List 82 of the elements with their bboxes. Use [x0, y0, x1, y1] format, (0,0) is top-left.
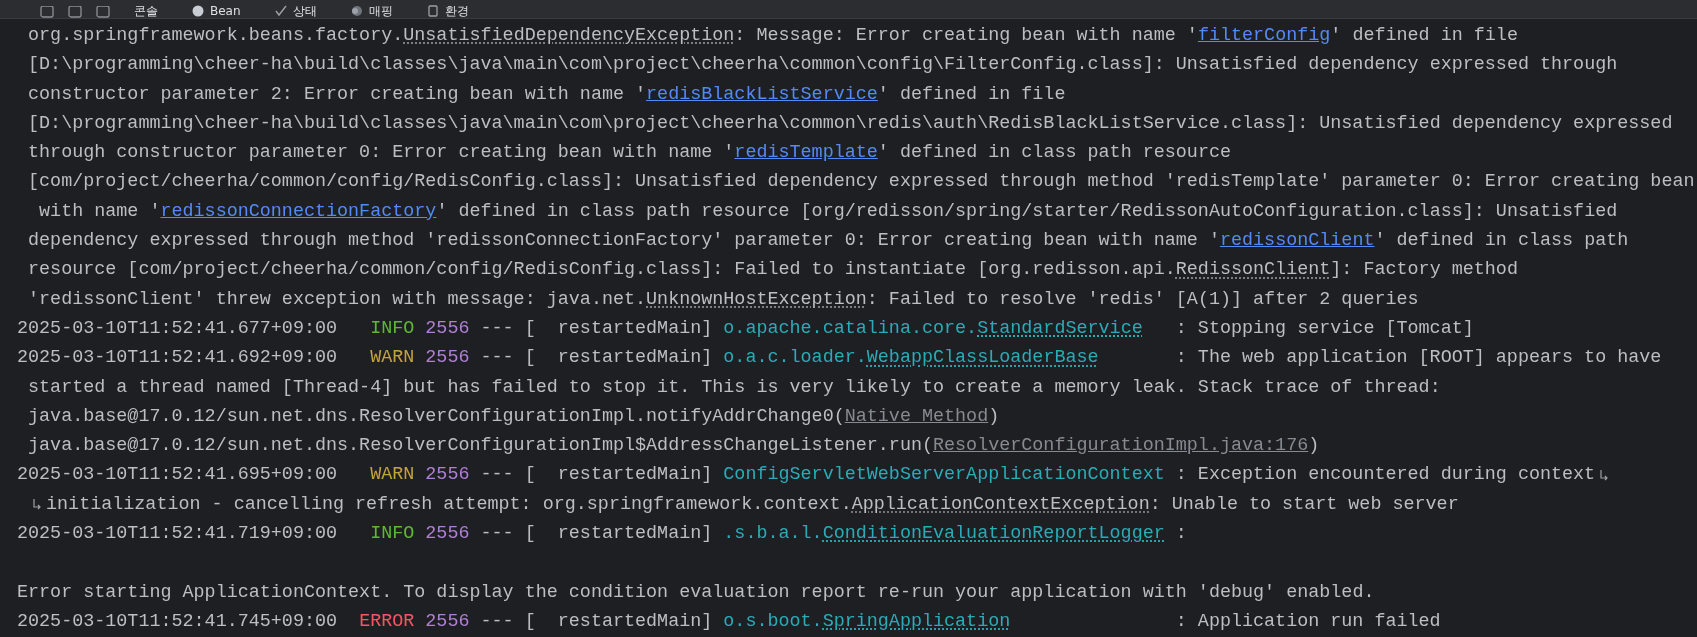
- process-id: 2556: [425, 346, 470, 371]
- thread-name: --- [ restartedMain]: [480, 522, 713, 547]
- process-id: 2556: [425, 522, 470, 547]
- thread-name: --- [ restartedMain]: [480, 316, 713, 341]
- log-text: ' defined in file: [1330, 24, 1518, 48]
- log-text: ): [988, 404, 1000, 429]
- wrap-icon: [32, 498, 43, 511]
- logger-class-link[interactable]: WebappClassLoaderBase: [866, 343, 1099, 373]
- timestamp: 2025-03-10T11:52:41.719+09:00: [17, 522, 338, 547]
- thread-name: --- [ restartedMain]: [480, 463, 713, 488]
- log-text: [com/project/cheerha/common/config/RedisConfig.class]: Unsatisfied dependency expressed through method 'redisTemplate' parameter 0: Error creating bean: [28, 170, 1695, 195]
- log-text: :: [1175, 522, 1187, 547]
- process-id: 2556: [425, 463, 470, 488]
- tab[interactable]: 환경: [416, 4, 479, 18]
- tab[interactable]: Bean: [182, 4, 251, 18]
- log-text: dependency expressed through method 'redissonConnectionFactory' parameter 0: Error creating bean with name ': [28, 229, 1220, 254]
- log-text: resource [com/project/cheerha/common/config/RedisConfig.class]: Failed to instantiate [org.redisson.api.: [28, 258, 1176, 283]
- log-text: : Failed to resolve 'redis' [A(1)] after 2 queries: [866, 287, 1419, 312]
- timestamp: 2025-03-10T11:52:41.745+09:00: [17, 609, 338, 634]
- logger-name: ConfigServletWebServerApplicationContext: [723, 463, 1165, 488]
- bean-link[interactable]: redissonConnectionFactory: [160, 196, 437, 227]
- logger-class-link[interactable]: SpringApplication: [822, 606, 1011, 637]
- logger-package: .s.b.a.l.: [723, 522, 823, 547]
- log-text: started a thread named [Thread-4] but has failed to stop it. This is very likely to create a memory leak. Stack trace of thread:: [28, 375, 1441, 400]
- class-link[interactable]: ApplicationContextException: [851, 489, 1150, 520]
- wrap-icon: [1599, 469, 1610, 482]
- log-text: [D:\programming\cheer-ha\build\classes\java\main\com\project\cheerha\common\redis\auth\RedisBlackListService.class]: Unsatisfied dependency expressed: [28, 111, 1673, 136]
- logger-package: o.s.boot.: [723, 609, 823, 634]
- timestamp: 2025-03-10T11:52:41.692+09:00: [17, 346, 338, 371]
- bean-link[interactable]: redisBlackListService: [646, 79, 878, 109]
- log-level: INFO: [369, 522, 415, 547]
- log-text: ' defined in file: [877, 82, 1066, 107]
- log-text: ]: Factory method: [1330, 258, 1518, 283]
- tab[interactable]: 매핑: [340, 4, 403, 18]
- log-text: java.base@17.0.12/sun.net.dns.ResolverConfigurationImpl.notifyAddrChange0(: [28, 404, 845, 429]
- log-text: java.base@17.0.12/sun.net.dns.ResolverConfigurationImpl$AddressChangeListener.run(: [28, 434, 933, 459]
- log-text: ' defined in class path resource: [877, 141, 1231, 166]
- circle-icon: [192, 5, 204, 17]
- class-link[interactable]: UnsatisfiedDependencyException: [403, 21, 735, 51]
- log-text: constructor parameter 2: Error creating bean with name ': [28, 82, 647, 107]
- tab[interactable]: 콘솔: [124, 4, 168, 18]
- log-text: : Exception encountered during context: [1175, 463, 1596, 488]
- class-link[interactable]: RedissonClient: [1175, 255, 1331, 285]
- thread-name: --- [ restartedMain]: [480, 346, 713, 371]
- timestamp: 2025-03-10T11:52:41.695+09:00: [17, 463, 338, 488]
- log-text: : Message: Error creating bean with name ': [734, 24, 1198, 48]
- logger-class-link[interactable]: StandardService: [977, 313, 1143, 344]
- log-text: : The web application [ROOT] appears to have: [1175, 346, 1662, 371]
- check-icon: [274, 5, 287, 17]
- process-id: 2556: [425, 609, 470, 634]
- log-text: through constructor parameter 0: Error creating bean with name ': [28, 141, 735, 166]
- log-text: : Stopping service [Tomcat]: [1175, 316, 1474, 341]
- log-text: Error starting ApplicationContext. To display the condition evaluation report re-run your application with 'debug' enabled.: [17, 580, 1375, 605]
- log-level: INFO: [369, 316, 415, 341]
- logger-package: o.apache.catalina.core.: [723, 316, 978, 341]
- log-text: [D:\programming\cheer-ha\build\classes\java\main\com\project\cheerha\common\config\FilterConfig.class]: Unsatisfied dependency expressed through: [28, 53, 1618, 78]
- timestamp: 2025-03-10T11:52:41.677+09:00: [17, 316, 338, 341]
- bean-link[interactable]: redissonClient: [1219, 226, 1375, 256]
- log-text: with name ': [38, 199, 161, 224]
- source-link[interactable]: ResolverConfigurationImpl.java:176: [933, 431, 1309, 461]
- thread-name: --- [ restartedMain]: [480, 609, 713, 634]
- bean-link[interactable]: filterConfig: [1197, 21, 1331, 51]
- log-level: WARN: [369, 463, 415, 488]
- logger-package: o.a.c.loader.: [723, 346, 867, 371]
- log-text: initialization - cancelling refresh attempt: org.springframework.context.: [46, 492, 852, 517]
- logger-class-link[interactable]: ConditionEvaluationReportLogger: [822, 519, 1165, 549]
- bean-link[interactable]: redisTemplate: [734, 138, 878, 168]
- log-text: ): [1308, 434, 1320, 459]
- source-link[interactable]: Native Method: [844, 401, 989, 432]
- log-level: ERROR: [359, 609, 415, 634]
- log-text: : Unable to start web server: [1149, 492, 1459, 517]
- process-id: 2556: [425, 316, 470, 341]
- log-text: ' defined in class path resource [org/redisson/spring/starter/RedissonAutoConfiguration.class]: Unsatisfied: [436, 199, 1618, 224]
- log-text: : Application run failed: [1175, 609, 1441, 634]
- tab[interactable]: 상태: [264, 4, 327, 18]
- log-text: 'redissonClient' threw exception with message: java.net.: [28, 287, 647, 312]
- page-icon: [426, 5, 439, 17]
- log-text: org.springframework.beans.factory.: [28, 24, 404, 48]
- class-link[interactable]: UnknownHostException: [646, 284, 867, 314]
- log-level: WARN: [369, 346, 415, 371]
- log-text: ' defined in class path: [1374, 229, 1629, 254]
- circles-icon: [350, 5, 363, 17]
